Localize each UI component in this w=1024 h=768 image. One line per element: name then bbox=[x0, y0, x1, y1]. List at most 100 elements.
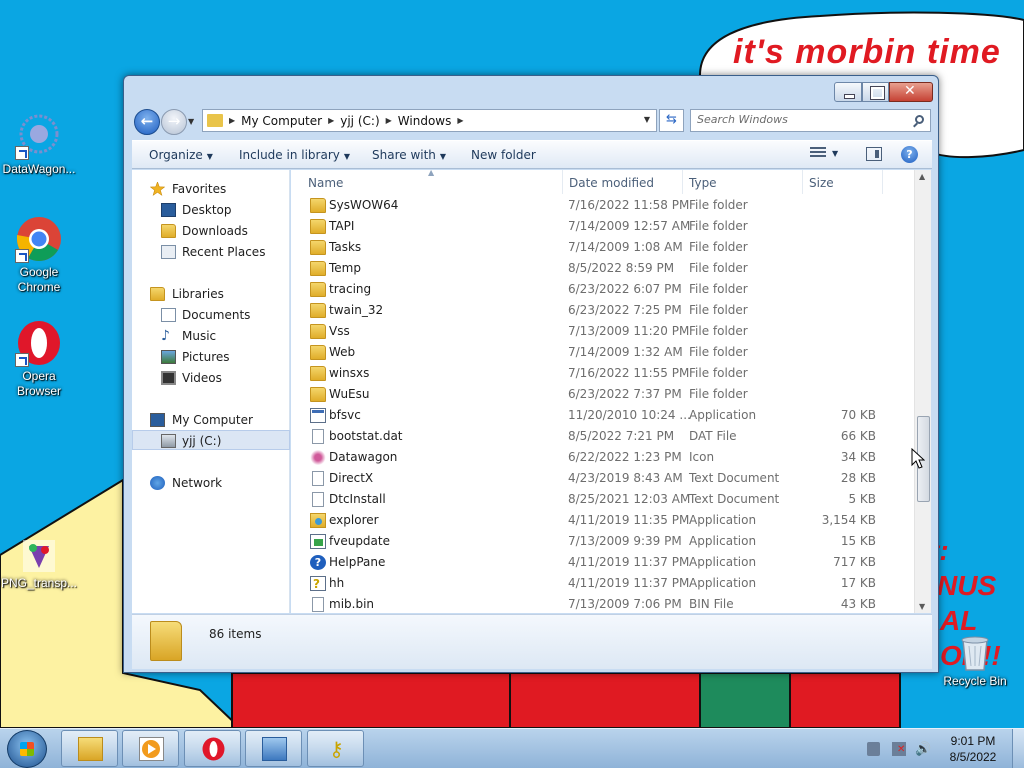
nav-item-documents[interactable]: Documents bbox=[132, 305, 290, 325]
search-input[interactable] bbox=[697, 113, 897, 126]
breadcrumb-arrow-icon[interactable]: ▶ bbox=[386, 116, 392, 125]
file-row[interactable]: tracing 6/23/2022 6:07 PM File folder bbox=[291, 279, 891, 300]
help-icon[interactable]: ? bbox=[901, 146, 918, 163]
taskbar-media-player-button[interactable] bbox=[122, 730, 179, 767]
desktop-icon-chrome[interactable]: Google Chrome bbox=[0, 215, 79, 295]
taskbar-keys-button[interactable]: ⚷ bbox=[307, 730, 364, 767]
nav-item-network[interactable]: Network bbox=[132, 473, 290, 493]
file-row[interactable]: bfsvc 11/20/2010 10:24 ... Application 70 K… bbox=[291, 405, 891, 426]
scroll-up-arrow-icon[interactable]: ▲ bbox=[919, 172, 925, 181]
forward-button[interactable]: → bbox=[161, 109, 187, 135]
file-row[interactable]: twain_32 6/23/2022 7:25 PM File folder bbox=[291, 300, 891, 321]
maximize-button[interactable] bbox=[862, 82, 889, 102]
nav-item-favorites[interactable]: Favorites bbox=[132, 179, 290, 199]
breadcrumb-windows[interactable]: Windows bbox=[398, 114, 452, 128]
start-button[interactable] bbox=[7, 730, 47, 768]
search-icon[interactable] bbox=[915, 115, 924, 124]
clock-date[interactable]: 8/5/2022 bbox=[946, 750, 1000, 764]
breadcrumb-arrow-icon[interactable]: ▶ bbox=[229, 116, 235, 125]
organize-button[interactable]: Organize ▼ bbox=[149, 148, 213, 162]
new-folder-label: New folder bbox=[471, 148, 536, 162]
change-view-icon[interactable] bbox=[810, 147, 826, 161]
column-header-size[interactable]: Size bbox=[809, 176, 834, 190]
computer-icon bbox=[150, 413, 165, 427]
taskbar-explorer-button[interactable] bbox=[61, 730, 118, 767]
network-icon bbox=[150, 476, 165, 490]
desktop-icon-png[interactable]: PNG_transp... bbox=[0, 538, 79, 591]
taskbar-control-panel-button[interactable] bbox=[245, 730, 302, 767]
include-in-library-button[interactable]: Include in library ▼ bbox=[239, 148, 350, 162]
desktop-icon-opera[interactable]: Opera Browser bbox=[0, 319, 79, 399]
file-row[interactable]: winsxs 7/16/2022 11:55 PM File folder bbox=[291, 363, 891, 384]
new-folder-button[interactable]: New folder bbox=[471, 148, 536, 162]
action-center-flag-icon[interactable] bbox=[867, 742, 880, 756]
breadcrumb-my-computer[interactable]: My Computer bbox=[241, 114, 322, 128]
volume-icon[interactable]: 🔊 bbox=[915, 742, 931, 757]
clock-time[interactable]: 9:01 PM bbox=[948, 734, 998, 748]
column-divider[interactable] bbox=[802, 170, 803, 194]
file-row[interactable]: explorer 4/11/2019 11:35 PM Application 3,1… bbox=[291, 510, 891, 531]
breadcrumb-drive[interactable]: yjj (C:) bbox=[340, 114, 379, 128]
file-row[interactable]: DtcInstall 8/25/2021 12:03 AM Text Documen… bbox=[291, 489, 891, 510]
file-row[interactable]: DirectX 4/23/2019 8:43 AM Text Document 28 … bbox=[291, 468, 891, 489]
column-divider[interactable] bbox=[682, 170, 683, 194]
file-row[interactable]: bootstat.dat 8/5/2022 7:21 PM DAT File 66 K… bbox=[291, 426, 891, 447]
recent-pages-dropdown[interactable]: ▼ bbox=[188, 117, 198, 126]
breadcrumb-arrow-icon[interactable]: ▶ bbox=[328, 116, 334, 125]
file-row[interactable]: Tasks 7/14/2009 1:08 AM File folder bbox=[291, 237, 891, 258]
window-titlebar[interactable] bbox=[124, 76, 938, 104]
file-date-modified: 7/16/2022 11:55 PM bbox=[568, 366, 690, 380]
search-box[interactable] bbox=[690, 109, 931, 132]
column-header-date[interactable]: Date modified bbox=[569, 176, 654, 190]
file-row[interactable]: Web 7/14/2009 1:32 AM File folder bbox=[291, 342, 891, 363]
file-row[interactable]: fveupdate 7/13/2009 9:39 PM Application 15 … bbox=[291, 531, 891, 552]
nav-item-libraries[interactable]: Libraries bbox=[132, 284, 290, 304]
vertical-scrollbar[interactable]: ▲ ▼ bbox=[914, 170, 931, 613]
column-divider[interactable] bbox=[882, 170, 883, 194]
network-disconnected-icon[interactable] bbox=[892, 742, 906, 756]
column-header-type[interactable]: Type bbox=[689, 176, 717, 190]
column-divider[interactable] bbox=[562, 170, 563, 194]
file-row[interactable]: WuEsu 6/23/2022 7:37 PM File folder bbox=[291, 384, 891, 405]
back-button[interactable]: ← bbox=[134, 109, 160, 135]
file-row[interactable]: hh 4/11/2019 11:37 PMApplication 17 KB bbox=[291, 573, 891, 595]
show-desktop-button[interactable] bbox=[1012, 729, 1024, 768]
view-options-dropdown[interactable]: ▼ bbox=[832, 149, 838, 158]
nav-item-my-computer[interactable]: My Computer bbox=[132, 410, 290, 430]
file-name: bfsvc bbox=[329, 408, 361, 422]
nav-item-desktop[interactable]: Desktop bbox=[132, 200, 290, 220]
media-player-icon bbox=[139, 737, 164, 761]
close-button[interactable] bbox=[889, 82, 933, 102]
file-row[interactable]: SysWOW64 7/16/2022 11:58 PM File folder bbox=[291, 195, 891, 216]
file-row[interactable]: Datawagon 6/22/2022 1:23 PM Icon 34 KB bbox=[291, 447, 891, 468]
desktop-icon-datawagon[interactable]: DataWagon... bbox=[0, 112, 79, 177]
file-row[interactable]: Vss 7/13/2009 11:20 PM File folder bbox=[291, 321, 891, 342]
file-type: Text Document bbox=[689, 471, 780, 485]
file-row[interactable]: Temp 8/5/2022 8:59 PM File folder bbox=[291, 258, 891, 279]
nav-item-downloads[interactable]: Downloads bbox=[132, 221, 290, 241]
breadcrumb-arrow-icon[interactable]: ▶ bbox=[457, 116, 463, 125]
file-name: Web bbox=[329, 345, 356, 359]
recent-places-icon bbox=[161, 245, 176, 259]
shortcut-arrow-icon bbox=[15, 353, 29, 367]
column-header-name[interactable]: Name bbox=[308, 176, 343, 190]
help-icon: ? bbox=[310, 555, 326, 570]
file-row[interactable]: ? HelpPane 4/11/2019 11:37 PM Application 71… bbox=[291, 552, 891, 573]
taskbar-opera-button[interactable] bbox=[184, 730, 241, 767]
scroll-down-arrow-icon[interactable]: ▼ bbox=[919, 602, 925, 611]
refresh-button[interactable]: ⇆ bbox=[659, 109, 684, 132]
file-row[interactable]: TAPI 7/14/2009 12:57 AM File folder bbox=[291, 216, 891, 237]
nav-item-recent-places[interactable]: Recent Places bbox=[132, 242, 290, 262]
nav-item-music[interactable]: ♪ Music bbox=[132, 326, 290, 346]
preview-pane-icon[interactable] bbox=[866, 147, 882, 161]
minimize-button[interactable] bbox=[834, 82, 862, 102]
nav-item-drive-c[interactable]: yjj (C:) bbox=[132, 430, 290, 450]
file-row[interactable]: mib.bin 7/13/2009 7:06 PM BIN File 43 KB bbox=[291, 594, 891, 615]
address-dropdown-icon[interactable]: ▼ bbox=[644, 115, 650, 124]
nav-item-videos[interactable]: Videos bbox=[132, 368, 290, 388]
share-with-button[interactable]: Share with ▼ bbox=[372, 148, 446, 162]
desktop-icon-recycle-bin[interactable]: Recycle Bin bbox=[935, 632, 1015, 689]
address-bar[interactable]: ▶ My Computer ▶ yjj (C:) ▶ Windows ▶ ▼ bbox=[202, 109, 657, 132]
file-name: HelpPane bbox=[329, 555, 386, 569]
nav-item-pictures[interactable]: Pictures bbox=[132, 347, 290, 367]
